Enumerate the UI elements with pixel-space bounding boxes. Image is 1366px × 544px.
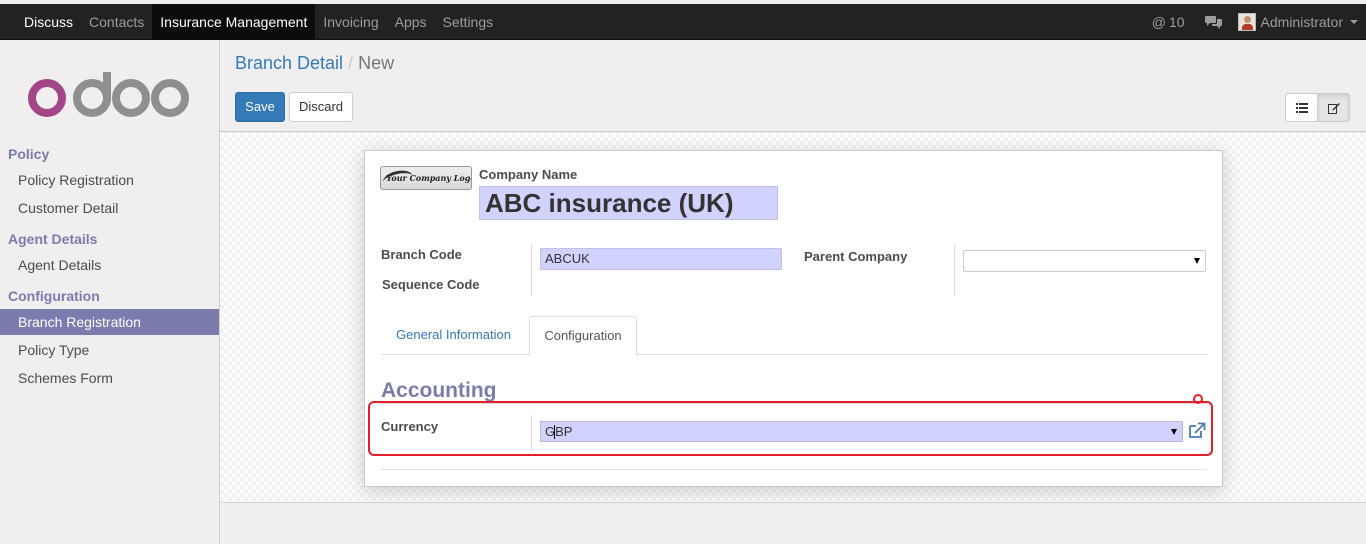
parent-company-label: Parent Company	[804, 249, 908, 264]
sidebar-item-policy-registration[interactable]: Policy Registration	[0, 167, 219, 193]
list-view-button[interactable]	[1285, 93, 1318, 122]
field-divider	[531, 244, 532, 296]
branch-code-input[interactable]: ABCUK	[540, 248, 782, 270]
edit-icon	[1327, 102, 1340, 114]
sidebar-item-policy-type[interactable]: Policy Type	[0, 337, 219, 363]
top-navbar: Discuss Contacts Insurance Management In…	[0, 4, 1366, 40]
company-name-input[interactable]: ABC insurance (UK)	[479, 186, 778, 220]
user-name: Administrator	[1260, 14, 1343, 30]
form-view-button[interactable]	[1317, 93, 1350, 122]
sidebar-item-branch-registration[interactable]: Branch Registration	[0, 309, 219, 335]
tab-general-information[interactable]: General Information	[381, 316, 526, 355]
notebook-tabs: General Information Configuration	[381, 316, 1208, 356]
form-sheet: Your Company Logo Company Name ABC insur…	[364, 150, 1223, 487]
currency-highlight-annotation	[368, 401, 1213, 456]
mentions-button[interactable]: @ 10	[1152, 14, 1185, 30]
control-panel: Branch Detail / New Save Discard	[220, 40, 1366, 132]
menu-invoicing[interactable]: Invoicing	[315, 4, 386, 40]
breadcrumb-branch-detail[interactable]: Branch Detail	[235, 53, 343, 73]
sidebar-section-policy: Policy	[8, 146, 50, 162]
dropdown-arrow-icon	[1194, 258, 1200, 264]
menu-insurance-management[interactable]: Insurance Management	[152, 4, 316, 40]
chat-bubbles-icon	[1204, 16, 1222, 29]
sidebar-item-schemes-form[interactable]: Schemes Form	[0, 365, 219, 391]
breadcrumb-current: New	[358, 53, 395, 73]
list-icon	[1295, 102, 1308, 113]
mentions-count: 10	[1168, 14, 1185, 30]
view-switcher	[1285, 93, 1350, 122]
branch-code-label: Branch Code	[381, 247, 462, 262]
menu-apps[interactable]: Apps	[387, 4, 435, 40]
at-sign-icon: @	[1151, 14, 1166, 30]
parent-company-select[interactable]	[963, 250, 1206, 272]
systray: @ 10 Administrator	[1152, 4, 1358, 40]
breadcrumb-separator: /	[348, 53, 354, 73]
sidebar-item-customer-detail[interactable]: Customer Detail	[0, 195, 219, 221]
company-logo-text: Your Company Logo	[386, 173, 472, 183]
company-name-label: Company Name	[479, 167, 578, 182]
caret-down-icon	[1350, 20, 1358, 24]
sequence-code-label: Sequence Code	[382, 277, 480, 292]
sidebar-section-configuration: Configuration	[8, 288, 100, 304]
field-divider	[954, 244, 955, 296]
tab-configuration[interactable]: Configuration	[529, 316, 637, 356]
menu-discuss[interactable]: Discuss	[16, 4, 81, 40]
menu-contacts[interactable]: Contacts	[81, 4, 152, 40]
company-logo-image[interactable]: Your Company Logo	[380, 166, 472, 190]
click-indicator	[1193, 394, 1203, 404]
form-bottom-divider	[381, 469, 1207, 470]
sidebar-item-agent-details[interactable]: Agent Details	[0, 252, 219, 278]
odoo-logo[interactable]	[24, 72, 194, 122]
save-button[interactable]: Save	[235, 92, 285, 122]
accounting-section-title: Accounting	[381, 379, 497, 402]
app-menu: Discuss Contacts Insurance Management In…	[16, 4, 501, 40]
sidebar-section-agent-details: Agent Details	[8, 231, 98, 247]
menu-settings[interactable]: Settings	[435, 4, 502, 40]
breadcrumb: Branch Detail / New	[235, 53, 394, 74]
user-menu[interactable]: Administrator	[1237, 13, 1358, 31]
sidebar: Policy Policy Registration Customer Deta…	[0, 40, 220, 544]
avatar	[1237, 13, 1256, 31]
chat-button[interactable]	[1204, 15, 1222, 29]
discard-button[interactable]: Discard	[289, 92, 353, 122]
form-content-area: Your Company Logo Company Name ABC insur…	[220, 133, 1366, 503]
